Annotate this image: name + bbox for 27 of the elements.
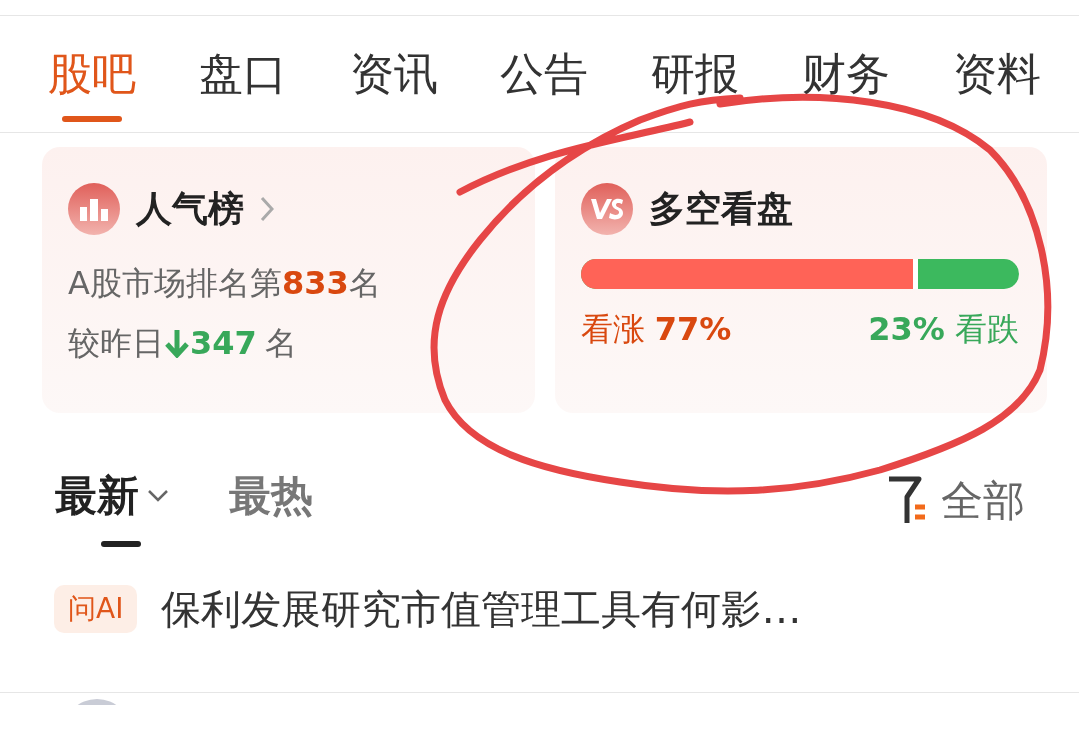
ai-badge: 问AI	[54, 585, 138, 633]
tab-indicator	[101, 541, 141, 547]
sort-tab[interactable]: 最新	[55, 475, 139, 517]
bull-ratio: 看涨 77%	[580, 313, 732, 345]
chevron-right-icon	[260, 196, 274, 222]
card-title: 多空看盘	[648, 191, 793, 227]
podium-icon	[68, 183, 120, 235]
rank-change: 347	[190, 327, 257, 359]
tab[interactable]: 盘口	[198, 16, 287, 132]
tab[interactable]: 公告	[500, 16, 589, 132]
tab[interactable]: 股吧	[48, 16, 136, 132]
change-label: 较昨日	[68, 327, 164, 359]
post-title[interactable]: 保利发展研究市值管理工具有何影…	[161, 589, 802, 629]
ranking-card[interactable]: 人气榜 A股市场排名第833名 较昨日 347 名	[42, 147, 535, 413]
card-title: 人气榜	[136, 191, 244, 227]
rank-text: A股市场排名第833名	[68, 263, 382, 299]
tab-indicator	[62, 116, 122, 122]
versus-icon	[580, 183, 633, 235]
rank-unit: 名	[264, 327, 297, 359]
tab[interactable]: 资讯	[349, 16, 438, 132]
tab[interactable]: 财务	[802, 16, 891, 132]
sort-tab[interactable]: 最热	[229, 475, 313, 517]
tab[interactable]: 研报	[651, 16, 740, 132]
bear-ratio: 23% 看跌	[868, 313, 1019, 345]
tab[interactable]: 资料	[952, 16, 1041, 132]
filter-button[interactable]: 全部	[885, 475, 1025, 527]
sentiment-card[interactable]: 多空看盘 看涨 77% 23% 看跌	[554, 147, 1047, 413]
